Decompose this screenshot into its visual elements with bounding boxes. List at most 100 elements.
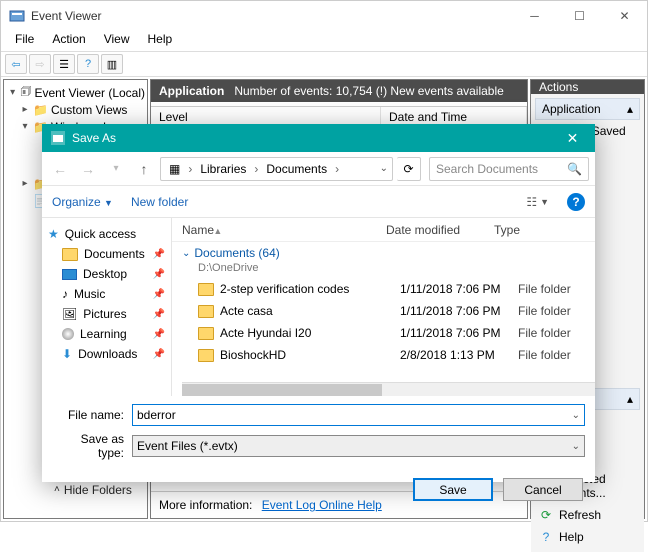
chevron-down-icon: ▼ <box>104 198 113 208</box>
horizontal-scrollbar[interactable] <box>182 382 595 396</box>
crumb-libraries[interactable]: Libraries <box>196 162 250 176</box>
chevron-up-icon[interactable]: ▴ <box>627 392 633 406</box>
breadcrumb[interactable]: ▦ › Libraries › Documents › ⌄ <box>160 157 393 181</box>
sidebar-item-music[interactable]: ♪Music📌 <box>46 284 167 304</box>
list-item[interactable]: BioshockHD2/8/2018 1:13 PMFile folder <box>182 344 595 366</box>
col-type[interactable]: Type <box>484 219 530 241</box>
center-header: Application Number of events: 10,754 (!)… <box>151 80 527 102</box>
filetype-row: Save as type: Event Files (*.evtx)⌄ <box>52 432 585 460</box>
col-name[interactable]: Name ▲ <box>172 219 376 241</box>
close-button[interactable]: ✕ <box>602 1 647 31</box>
chevron-right-icon[interactable]: › <box>254 162 258 176</box>
star-icon: ★ <box>48 227 59 241</box>
pin-icon: 📌 <box>153 309 165 320</box>
view-button[interactable]: ☷ ▼ <box>526 195 549 209</box>
menu-view[interactable]: View <box>96 31 138 51</box>
nav-up-button[interactable]: ↑ <box>132 157 156 181</box>
tree-root-label: Event Viewer (Local) <box>35 86 146 100</box>
forward-button[interactable]: ⇨ <box>29 54 51 74</box>
filename-input[interactable]: bderror⌄ <box>132 404 585 426</box>
file-list-body[interactable]: ⌄Documents (64) D:\OneDrive 2-step verif… <box>172 242 595 396</box>
crumb-documents[interactable]: Documents <box>262 162 331 176</box>
save-button[interactable]: Save <box>413 478 493 501</box>
nav-back-button[interactable]: ← <box>48 157 72 181</box>
dialog-sidebar[interactable]: ★Quick access Documents📌 Desktop📌 ♪Music… <box>42 218 172 396</box>
help-icon: ? <box>539 530 553 544</box>
menu-file[interactable]: File <box>7 31 42 51</box>
chevron-down-icon[interactable]: ⌄ <box>572 410 580 421</box>
file-date: 2/8/2018 1:13 PM <box>400 348 518 362</box>
chevron-right-icon[interactable]: ▸ <box>20 178 30 189</box>
sidebar-item-learning[interactable]: Learning📌 <box>46 324 167 344</box>
file-type: File folder <box>518 326 571 340</box>
chevron-up-icon[interactable]: ▴ <box>627 102 633 116</box>
tree-custom-views[interactable]: ▸📁Custom Views <box>6 101 145 118</box>
chevron-right-icon[interactable]: › <box>335 162 339 176</box>
help-button[interactable]: ? <box>567 193 585 211</box>
action-label: Help <box>559 530 584 544</box>
quick-access[interactable]: ★Quick access <box>46 224 167 244</box>
tool-button-1[interactable]: ☰ <box>53 54 75 74</box>
menu-action[interactable]: Action <box>44 31 93 51</box>
dialog-close-button[interactable]: ✕ <box>550 124 595 152</box>
filetype-select[interactable]: Event Files (*.evtx)⌄ <box>132 435 585 457</box>
file-date: 1/11/2018 7:06 PM <box>400 326 518 340</box>
hide-folders-label: Hide Folders <box>64 483 132 497</box>
file-type: File folder <box>518 304 571 318</box>
cancel-button[interactable]: Cancel <box>503 478 583 501</box>
center-title: Application <box>159 84 224 98</box>
group-header[interactable]: ⌄ Documents (64) <box>182 244 595 262</box>
tool-button-3[interactable]: ▥ <box>101 54 123 74</box>
crumb-dropdown-icon[interactable]: ⌄ <box>380 163 388 174</box>
chevron-right-icon[interactable]: ▸ <box>20 104 30 115</box>
chevron-down-icon[interactable]: ⌄ <box>572 441 580 452</box>
sidebar-item-pictures[interactable]: 🖼Pictures📌 <box>46 304 167 324</box>
sidebar-item-downloads[interactable]: ⬇Downloads📌 <box>46 344 167 364</box>
tree-root[interactable]: ▾🗊Event Viewer (Local) <box>6 84 145 101</box>
list-item[interactable]: Acte Hyundai I201/11/2018 7:06 PMFile fo… <box>182 322 595 344</box>
filetype-label: Save as type: <box>52 432 132 460</box>
list-item[interactable]: 2-step verification codes1/11/2018 7:06 … <box>182 278 595 300</box>
hide-folders-button[interactable]: ˄ Hide Folders <box>54 483 132 497</box>
tool-button-2[interactable]: ? <box>77 54 99 74</box>
nav-forward-button[interactable]: → <box>76 157 100 181</box>
chevron-down-icon: ▼ <box>540 197 549 207</box>
menubar: File Action View Help <box>1 31 647 51</box>
sidebar-item-label: Learning <box>80 327 127 341</box>
actions-section[interactable]: Application▴ <box>535 98 640 120</box>
filename-value: bderror <box>137 408 572 422</box>
chevron-down-icon[interactable]: ⌄ <box>182 248 190 259</box>
organize-button[interactable]: Organize ▼ <box>52 195 113 209</box>
downloads-icon: ⬇ <box>62 347 72 361</box>
sidebar-item-desktop[interactable]: Desktop📌 <box>46 264 167 284</box>
group-label: Documents (64) <box>194 246 279 260</box>
folder-icon <box>62 248 78 261</box>
new-folder-button[interactable]: New folder <box>131 195 188 209</box>
sidebar-item-label: Documents <box>84 247 145 261</box>
file-date: 1/11/2018 7:06 PM <box>400 282 518 296</box>
sidebar-item-label: Desktop <box>83 267 127 281</box>
sidebar-item-documents[interactable]: Documents📌 <box>46 244 167 264</box>
search-input[interactable]: Search Documents🔍 <box>429 157 589 181</box>
scrollbar-thumb[interactable] <box>182 384 382 396</box>
action-help[interactable]: ? Help <box>535 526 640 548</box>
dialog-title: Save As <box>72 131 550 145</box>
back-button[interactable]: ⇦ <box>5 54 27 74</box>
chevron-right-icon[interactable]: › <box>188 162 192 176</box>
col-date[interactable]: Date modified <box>376 219 484 241</box>
minimize-button[interactable]: ─ <box>512 1 557 31</box>
chevron-down-icon[interactable]: ▾ <box>8 87 17 98</box>
filetype-value: Event Files (*.evtx) <box>137 439 572 453</box>
folder-icon <box>198 327 214 340</box>
file-name: Acte casa <box>220 304 400 318</box>
refresh-button[interactable]: ⟳ <box>397 157 421 181</box>
center-subtitle: Number of events: 10,754 (!) New events … <box>234 84 503 98</box>
menu-help[interactable]: Help <box>140 31 181 51</box>
maximize-button[interactable]: ☐ <box>557 1 602 31</box>
chevron-up-icon: ˄ <box>54 484 60 495</box>
list-item[interactable]: Acte casa1/11/2018 7:06 PMFile folder <box>182 300 595 322</box>
nav-recent-button[interactable]: ▾ <box>104 157 128 181</box>
file-name: Acte Hyundai I20 <box>220 326 400 340</box>
chevron-down-icon[interactable]: ▾ <box>20 121 30 132</box>
pin-icon: 📌 <box>153 349 165 360</box>
